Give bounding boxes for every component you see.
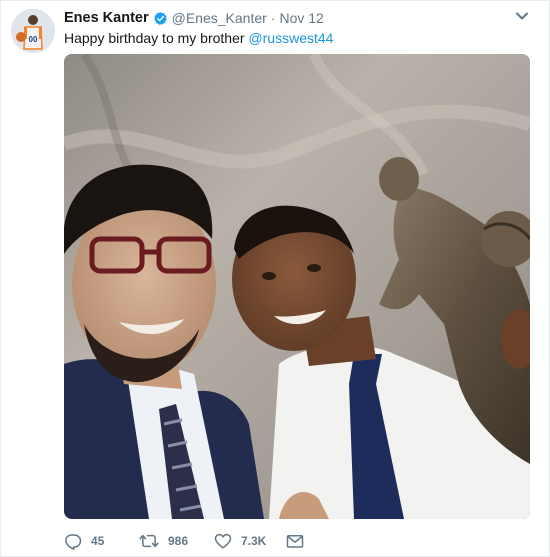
tweet-card[interactable]: 00 Enes Kanter @Enes_Kanter · Nov 12 Hap…: [0, 0, 550, 557]
chevron-down-icon[interactable]: [515, 11, 529, 21]
separator-dot: ·: [270, 10, 276, 26]
envelope-icon: [286, 535, 304, 548]
retweet-count: 986: [168, 534, 189, 548]
tweet-photo[interactable]: [64, 54, 530, 519]
direct-message-button[interactable]: [286, 531, 316, 551]
tweet-actions: 45 986 7.3K: [64, 531, 316, 551]
retweet-button[interactable]: 986: [139, 531, 214, 551]
tweet-header: Enes Kanter @Enes_Kanter · Nov 12: [64, 9, 324, 27]
reply-icon: [65, 534, 82, 550]
user-handle[interactable]: @Enes_Kanter: [172, 10, 267, 26]
reply-button[interactable]: 45: [64, 531, 139, 551]
like-count: 7.3K: [241, 534, 267, 548]
tweet-text: Happy birthday to my brother @russwest44: [64, 29, 333, 47]
mention-link[interactable]: @russwest44: [248, 30, 333, 46]
avatar-jersey-number: 00: [29, 35, 38, 44]
like-button[interactable]: 7.3K: [214, 531, 286, 551]
tweet-text-body: Happy birthday to my brother: [64, 30, 249, 46]
verified-badge-icon: [153, 11, 167, 25]
avatar[interactable]: 00: [11, 9, 55, 53]
heart-icon: [214, 533, 232, 549]
retweet-icon: [139, 534, 159, 548]
display-name[interactable]: Enes Kanter: [64, 10, 149, 26]
reply-count: 45: [91, 534, 105, 548]
timestamp[interactable]: Nov 12: [279, 10, 323, 26]
